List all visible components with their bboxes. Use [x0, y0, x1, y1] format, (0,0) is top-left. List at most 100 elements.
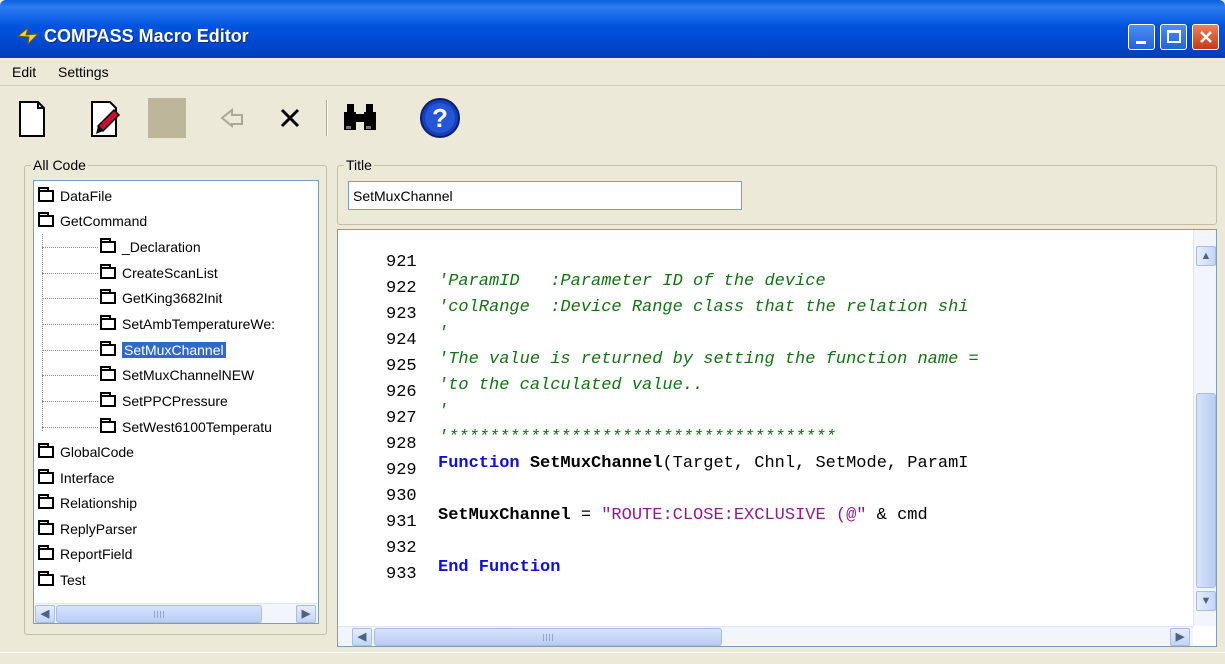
- tree-connector: [42, 273, 98, 274]
- keyword: Function: [438, 454, 530, 473]
- editor-hscroll-thumb[interactable]: [374, 628, 722, 646]
- line-number: 922: [386, 279, 417, 298]
- line-number: 930: [386, 487, 417, 506]
- keyword: End Function: [438, 558, 561, 577]
- code-text: 'to the calculated value..: [438, 376, 704, 395]
- tree-item-datafile[interactable]: DataFile: [38, 185, 112, 207]
- line-number: 928: [386, 435, 417, 454]
- line-number: 931: [386, 513, 417, 532]
- line-number: 926: [386, 383, 417, 402]
- line-number: 932: [386, 539, 417, 558]
- function-name: SetMuxChannel: [438, 506, 571, 525]
- tree-item-replyparser[interactable]: ReplyParser: [38, 518, 137, 540]
- tree-item-globalcode[interactable]: GlobalCode: [38, 441, 134, 463]
- code-text: SetMuxChannel = "ROUTE:CLOSE:EXCLUSIVE (…: [438, 506, 928, 525]
- code-text: 'The value is returned by setting the fu…: [438, 350, 979, 369]
- tree-item-test[interactable]: Test: [38, 569, 86, 591]
- scroll-left-button[interactable]: ◀: [35, 605, 55, 623]
- minimize-icon: [1136, 41, 1146, 44]
- tree-connector: [42, 247, 98, 248]
- compass-app-icon: [16, 26, 40, 46]
- editor-vertical-scrollbar[interactable]: ▲ ▼: [1193, 230, 1216, 626]
- scroll-down-button[interactable]: ▼: [1196, 591, 1216, 611]
- code-line: 926 ': [338, 364, 448, 421]
- tree-item-createscanlist[interactable]: CreateScanList: [100, 262, 218, 284]
- line-number: 933: [386, 565, 417, 584]
- scroll-right-button[interactable]: ▶: [1170, 628, 1190, 646]
- folder-icon: [100, 289, 116, 304]
- code-text: Function SetMuxChannel(Target, Chnl, Set…: [438, 454, 969, 473]
- tree-item-interface[interactable]: Interface: [38, 467, 114, 489]
- tree-item-setwest6100temperature[interactable]: SetWest6100Temperatu: [100, 416, 272, 438]
- code-text: ': [438, 324, 449, 343]
- tree-item-label: SetMuxChannel: [121, 341, 227, 359]
- menu-settings[interactable]: Settings: [58, 64, 109, 80]
- tree-item-declaration[interactable]: _Declaration: [100, 236, 201, 258]
- editor-vscroll-thumb[interactable]: [1196, 393, 1216, 588]
- tree-item-label: SetWest6100Temperatu: [122, 419, 272, 435]
- folder-icon: [38, 443, 54, 458]
- tree-scroll-thumb[interactable]: [56, 605, 262, 623]
- folder-icon: [38, 212, 54, 227]
- minimize-button[interactable]: [1128, 24, 1155, 50]
- menu-bar: Edit Settings: [0, 58, 1225, 86]
- folder-icon: [100, 238, 116, 253]
- folder-icon: [100, 315, 116, 330]
- undo-icon[interactable]: [210, 96, 254, 140]
- editor-horizontal-scrollbar[interactable]: ◀ ▶: [338, 626, 1193, 646]
- scroll-up-button[interactable]: ▲: [1196, 246, 1216, 266]
- tree-connector: [42, 427, 98, 428]
- tree-item-label: GetKing3682Init: [122, 290, 223, 306]
- window-titlebar: COMPASS Macro Editor: [0, 0, 1225, 58]
- all-code-label: All Code: [31, 157, 88, 173]
- open-folder-icon: [100, 341, 116, 356]
- code-line: 921 'ParamID :Parameter ID of the device: [338, 234, 826, 291]
- code-editor[interactable]: 921 'ParamID :Parameter ID of the device…: [337, 229, 1217, 647]
- code-line: 932 End Function: [338, 520, 560, 577]
- tree-item-getcommand[interactable]: GetCommand: [38, 210, 147, 232]
- menu-edit[interactable]: Edit: [12, 64, 36, 80]
- code-text: 'ParamID :Parameter ID of the device: [438, 272, 826, 291]
- code-line: 925 'to the calculated value..: [338, 338, 703, 395]
- tree-item-getking3682init[interactable]: GetKing3682Init: [100, 287, 222, 309]
- scroll-left-button[interactable]: ◀: [352, 628, 372, 646]
- binoculars-icon[interactable]: [338, 96, 382, 140]
- folder-icon: [100, 366, 116, 381]
- toolbar-separator: [326, 100, 328, 136]
- folder-icon: [100, 264, 116, 279]
- tree-item-reportfield[interactable]: ReportField: [38, 543, 132, 565]
- scroll-right-button[interactable]: ▶: [296, 605, 316, 623]
- tree-item-setppcpressure[interactable]: SetPPCPressure: [100, 390, 228, 412]
- window-title: COMPASS Macro Editor: [44, 26, 249, 46]
- code-line: 931: [338, 494, 417, 532]
- code-line: 924 'The value is returned by setting th…: [338, 312, 979, 369]
- tree-item-label: Relationship: [60, 495, 138, 511]
- tree-item-label: DataFile: [60, 188, 113, 204]
- tree-item-label: _Declaration: [122, 239, 201, 255]
- operator: =: [570, 506, 602, 525]
- tree-item-relationship[interactable]: Relationship: [38, 492, 137, 514]
- tree-item-setmuxchannel[interactable]: SetMuxChannel: [100, 339, 227, 361]
- maximize-button[interactable]: [1160, 24, 1187, 50]
- line-number: 925: [386, 357, 417, 376]
- maximize-icon: [1167, 30, 1181, 43]
- tree-horizontal-scrollbar[interactable]: ◀ ▶: [34, 603, 318, 623]
- tree-item-label: ReportField: [60, 546, 133, 562]
- delete-icon[interactable]: [268, 96, 312, 140]
- help-icon[interactable]: ?: [418, 96, 462, 140]
- code-line: 922 'colRange :Device Range class that t…: [338, 260, 969, 317]
- folder-icon: [38, 469, 54, 484]
- close-button[interactable]: [1192, 24, 1219, 50]
- title-input[interactable]: [348, 181, 742, 210]
- tree-item-label: SetMuxChannelNEW: [122, 367, 255, 383]
- tree-connector: [42, 350, 98, 351]
- toolbar: ?: [0, 88, 1225, 148]
- tree-item-setambtemperature[interactable]: SetAmbTemperatureWe:: [100, 313, 275, 335]
- line-number: 927: [386, 409, 417, 428]
- tree-item-label: SetAmbTemperatureWe:: [122, 316, 276, 332]
- code-line: 927 '***********************************…: [338, 390, 836, 447]
- edit-document-icon[interactable]: [84, 96, 128, 140]
- code-text: ': [438, 402, 449, 421]
- new-document-icon[interactable]: [10, 96, 54, 140]
- tree-item-setmuxchannelnew[interactable]: SetMuxChannelNEW: [100, 364, 254, 386]
